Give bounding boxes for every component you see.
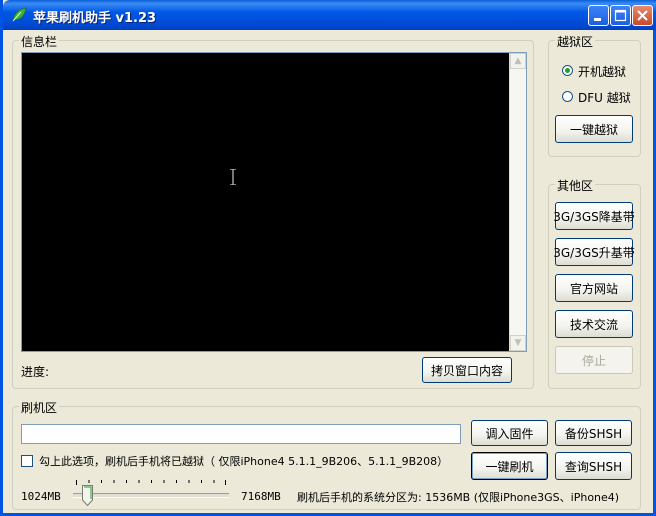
minimize-icon [594,18,601,21]
stop-button[interactable]: 停止 [555,346,633,374]
maximize-icon [614,9,627,22]
downgrade-baseband-button[interactable]: 3G/3GS降基带 [553,202,635,230]
copy-window-button[interactable]: 拷贝窗口内容 [422,357,512,383]
close-icon [637,10,648,21]
window-title: 苹果刷机助手 v1.23 [33,11,157,26]
query-shsh-button[interactable]: 查询SHSH [555,452,632,480]
load-firmware-button[interactable]: 调入固件 [471,420,548,446]
partition-size-text: 刷机后手机的系统分区为: 1536MB (仅限iPhone3GS、iPhone4… [297,491,620,504]
dfu-jailbreak-radio[interactable] [562,91,573,102]
tech-exchange-button[interactable]: 技术交流 [555,310,633,338]
other-group-label: 其他区 [555,177,596,194]
backup-shsh-button[interactable]: 备份SHSH [555,420,632,446]
official-website-button[interactable]: 官方网站 [555,274,633,302]
minimize-button[interactable] [588,5,609,26]
boot-jailbreak-label: 开机越狱 [578,65,627,79]
text-cursor-icon [230,169,236,185]
info-textarea[interactable]: ▲ ▼ [21,52,527,352]
partition-slider-track[interactable] [73,493,229,498]
info-scrollbar[interactable]: ▲ ▼ [509,53,526,351]
close-button[interactable] [632,5,653,26]
jailbreak-after-flash-label: 勾上此选项，刷机后手机将已越狱（ 仅限iPhone4 5.1.1_9B206、5… [39,455,449,468]
slider-min-label: 1024MB [21,490,61,503]
radio-selected-icon [565,68,570,73]
maximize-button[interactable] [610,5,631,26]
one-click-flash-button[interactable]: 一键刷机 [471,452,548,480]
scroll-up-icon[interactable]: ▲ [510,53,526,69]
title-bar[interactable]: 苹果刷机助手 v1.23 [3,0,656,30]
dfu-jailbreak-label: DFU 越狱 [578,91,631,105]
partition-slider-thumb[interactable] [82,485,93,506]
slider-max-label: 7168MB [241,490,281,503]
one-click-jailbreak-button[interactable]: 一键越狱 [555,115,633,143]
upgrade-baseband-button[interactable]: 3G/3GS升基带 [553,238,635,266]
slider-ticks [76,480,226,485]
info-group-label: 信息栏 [19,33,60,50]
leaf-icon [12,7,27,23]
main-window: 苹果刷机助手 v1.23 信息栏 ▲ ▼ 进度: 拷贝窗口内容 越狱区 开机越狱… [0,0,656,516]
flash-progress-bar [21,424,461,444]
jailbreak-group-label: 越狱区 [555,33,596,50]
jailbreak-after-flash-checkbox[interactable] [21,455,33,467]
flash-group-label: 刷机区 [19,399,60,416]
progress-label: 进度: [21,365,50,379]
scroll-down-icon[interactable]: ▼ [510,335,526,351]
boot-jailbreak-radio[interactable] [562,65,573,76]
